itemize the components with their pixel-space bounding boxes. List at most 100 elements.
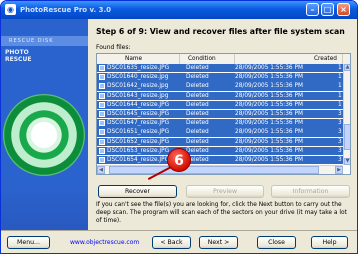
deep-scan-info-text: If you can't see the file(s) you are loo… <box>96 202 347 224</box>
file-extra: 1 <box>338 65 342 71</box>
sidebar-footer-gradient <box>1 184 88 230</box>
file-condition: Deleted <box>186 83 209 90</box>
file-extra: 3 <box>338 138 342 145</box>
horizontal-scroll-thumb[interactable] <box>109 166 319 174</box>
menu-button[interactable]: Menu... <box>7 236 50 249</box>
help-button[interactable]: Help <box>311 236 348 249</box>
left-sidebar: RESCUE DISK PHOTO RESCUE <box>1 19 88 230</box>
recover-button[interactable]: Recover <box>98 185 177 198</box>
close-button[interactable]: × <box>337 3 350 16</box>
file-created: 28/09/2005 1:55:36 PM <box>235 120 303 127</box>
file-name: DSC01654_resize.JPG <box>107 157 170 163</box>
scroll-left-arrow-icon[interactable]: ◀ <box>97 166 105 174</box>
table-row[interactable]: DSC01651_resize.JPG Deleted 28/09/2005 1:5… <box>97 128 343 137</box>
file-image-icon <box>99 92 105 99</box>
file-condition: Deleted <box>186 138 209 145</box>
file-created: 28/09/2005 1:55:36 PM <box>235 65 303 71</box>
file-extra: 3 <box>338 157 342 163</box>
found-files-label: Found files: <box>96 44 131 51</box>
file-condition: Deleted <box>186 120 209 127</box>
title-bar[interactable]: ◉ PhotoRescue Pro v. 3.0 – □ × <box>1 1 357 19</box>
file-condition: Deleted <box>186 129 209 136</box>
file-created: 28/09/2005 1:55:36 PM <box>235 129 303 136</box>
maximize-icon: □ <box>323 5 332 14</box>
file-created: 28/09/2005 1:55:36 PM <box>235 138 303 145</box>
file-condition: Deleted <box>186 101 209 108</box>
scroll-down-arrow-icon[interactable]: ▼ <box>344 158 350 165</box>
file-created: 28/09/2005 1:55:36 PM <box>235 101 303 108</box>
file-name: DSC01647_resize.JPG <box>107 120 170 127</box>
table-row[interactable]: DSC01640_resize.jpg Deleted 28/09/2005 1:5… <box>97 73 343 82</box>
vertical-scrollbar[interactable]: ▲ ▼ <box>343 64 350 165</box>
table-row[interactable]: DSC01653_resize.JPG Deleted 28/09/2005 1:5… <box>97 146 343 156</box>
file-extra: 3 <box>338 111 342 117</box>
file-condition: Deleted <box>186 65 209 71</box>
app-icon: ◉ <box>5 4 16 15</box>
file-name: DSC01635_resize.JPG <box>107 65 170 71</box>
file-name: DSC01643_resize.jpg <box>107 92 169 99</box>
file-image-icon <box>99 157 105 163</box>
file-condition: Deleted <box>186 92 209 99</box>
name-column-header[interactable]: Name <box>97 54 180 64</box>
file-name: DSC01644_resize.JPG <box>107 101 170 108</box>
vertical-scroll-thumb[interactable] <box>344 124 350 150</box>
minimize-icon: – <box>310 5 315 14</box>
file-image-icon <box>99 83 105 90</box>
disk-icon <box>3 94 85 176</box>
footer-divider <box>1 230 357 231</box>
file-extra: 1 <box>338 92 342 99</box>
back-button[interactable]: < Back <box>152 236 191 249</box>
next-button[interactable]: Next > <box>199 236 238 249</box>
created-column-header[interactable]: Created <box>235 54 343 64</box>
file-image-icon <box>99 74 105 81</box>
file-extra: 1 <box>338 74 342 81</box>
table-row[interactable]: DSC01635_resize.JPG Deleted 28/09/2005 1:5… <box>97 64 343 73</box>
file-name: DSC01652_resize.JPG <box>107 138 170 145</box>
step-title: Step 6 of 9: View and recover files afte… <box>96 27 345 36</box>
file-created: 28/09/2005 1:55:36 PM <box>235 147 303 154</box>
file-created: 28/09/2005 1:55:36 PM <box>235 83 303 90</box>
file-image-icon <box>99 120 105 127</box>
file-image-icon <box>99 111 105 117</box>
file-extra: 1 <box>338 101 342 108</box>
scroll-right-arrow-icon[interactable]: ▶ <box>335 166 343 174</box>
table-row[interactable]: DSC01644_resize.JPG Deleted 28/09/2005 1:5… <box>97 100 343 110</box>
table-row[interactable]: DSC01645_resize.JPG Deleted 28/09/2005 1:5… <box>97 110 343 119</box>
table-row[interactable]: DSC01652_resize.JPG Deleted 28/09/2005 1:5… <box>97 137 343 146</box>
file-image-icon <box>99 65 105 71</box>
minimize-button[interactable]: – <box>306 3 319 16</box>
file-image-icon <box>99 101 105 108</box>
scroll-up-arrow-icon[interactable]: ▲ <box>344 64 350 71</box>
preview-button[interactable]: Preview <box>186 185 264 198</box>
file-rows: DSC01635_resize.JPG Deleted 28/09/2005 1:5… <box>97 64 343 165</box>
table-row[interactable]: DSC01654_resize.JPG Deleted 28/09/2005 1:5… <box>97 156 343 165</box>
close-dialog-button[interactable]: Close <box>257 236 296 249</box>
file-name: DSC01645_resize.JPG <box>107 111 170 117</box>
table-row[interactable]: DSC01643_resize.jpg Deleted 28/09/2005 1:5… <box>97 91 343 100</box>
file-created: 28/09/2005 1:55:36 PM <box>235 92 303 99</box>
window-title: PhotoRescue Pro v. 3.0 <box>20 6 112 14</box>
file-name: DSC01653_resize.JPG <box>107 147 170 154</box>
sidebar-logo: PHOTO RESCUE <box>5 49 32 63</box>
file-extra: 1 <box>338 83 342 90</box>
file-condition: Deleted <box>186 74 209 81</box>
table-row[interactable]: DSC01647_resize.JPG Deleted 28/09/2005 1:5… <box>97 119 343 128</box>
file-condition: Deleted <box>186 111 209 117</box>
file-list[interactable]: Name Condition Created DSC01635_resize.J… <box>96 53 351 175</box>
condition-column-header[interactable]: Condition <box>180 54 235 64</box>
information-button[interactable]: Information <box>271 185 350 198</box>
step-number-marker: 6 <box>167 148 191 172</box>
website-link[interactable]: www.objectrescue.com <box>70 239 139 247</box>
maximize-button[interactable]: □ <box>321 3 334 16</box>
horizontal-scrollbar[interactable]: ◀ ▶ <box>97 165 343 174</box>
file-extra: 3 <box>338 147 342 154</box>
file-name: DSC01640_resize.jpg <box>107 74 169 81</box>
file-image-icon <box>99 129 105 136</box>
main-window: ◉ PhotoRescue Pro v. 3.0 – □ × RESCUE DI… <box>0 0 358 254</box>
close-icon: × <box>340 5 347 14</box>
file-image-icon <box>99 147 105 154</box>
table-row[interactable]: DSC01642_resize.jpg Deleted 28/09/2005 1:5… <box>97 82 343 91</box>
file-created: 28/09/2005 1:55:36 PM <box>235 111 303 117</box>
file-created: 28/09/2005 1:55:36 PM <box>235 74 303 81</box>
file-extra: 3 <box>338 120 342 127</box>
